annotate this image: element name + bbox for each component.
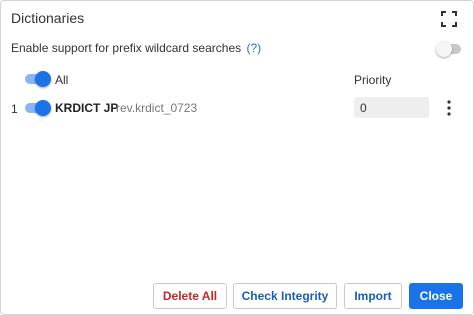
dictionary-priority-input[interactable] bbox=[354, 97, 429, 118]
check-integrity-button[interactable]: Check Integrity bbox=[233, 283, 337, 309]
prefix-wildcard-row: Enable support for prefix wildcard searc… bbox=[11, 41, 261, 55]
fullscreen-button[interactable] bbox=[439, 9, 459, 29]
dictionary-menu-button[interactable] bbox=[441, 99, 457, 117]
priority-column-header: Priority bbox=[354, 73, 392, 87]
dictionary-row-index: 1 bbox=[11, 102, 18, 116]
dictionary-name: KRDICT JP bbox=[55, 101, 119, 115]
dictionaries-dialog: Dictionaries Enable support for prefix w… bbox=[0, 0, 474, 315]
dictionary-enabled-toggle[interactable] bbox=[25, 100, 51, 116]
import-button[interactable]: Import bbox=[344, 283, 402, 309]
toggle-knob bbox=[35, 100, 51, 116]
all-label: All bbox=[55, 73, 69, 87]
toggle-knob bbox=[35, 71, 51, 87]
fullscreen-icon bbox=[439, 9, 459, 29]
prefix-wildcard-help-link[interactable]: (?) bbox=[246, 41, 261, 55]
prefix-wildcard-toggle[interactable] bbox=[436, 41, 461, 57]
close-button[interactable]: Close bbox=[409, 283, 463, 309]
dialog-title: Dictionaries bbox=[11, 10, 85, 26]
toggle-knob bbox=[436, 41, 452, 57]
more-vertical-icon bbox=[441, 100, 457, 121]
dictionary-revision: rev.krdict_0723 bbox=[116, 101, 198, 115]
all-dictionaries-toggle[interactable] bbox=[25, 71, 51, 87]
prefix-wildcard-label: Enable support for prefix wildcard searc… bbox=[11, 41, 242, 55]
delete-all-button[interactable]: Delete All bbox=[153, 283, 227, 309]
